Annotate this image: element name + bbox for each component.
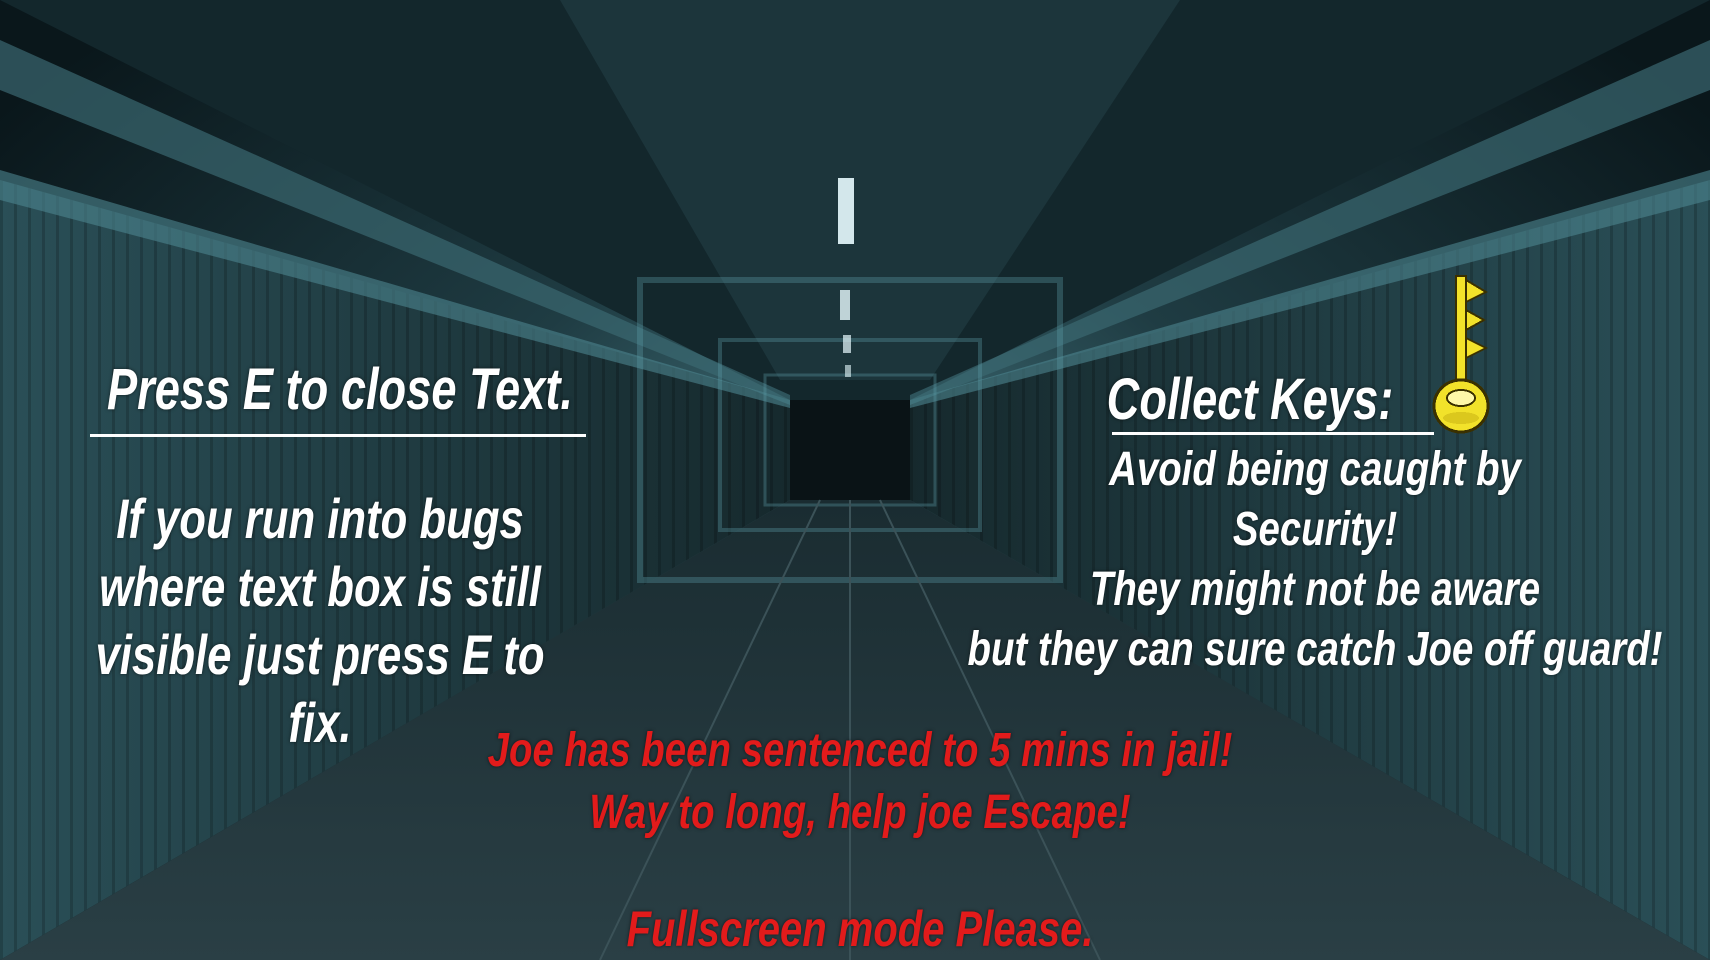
warning-line: Avoid being caught by [1109,443,1521,496]
bug-help-text: If you run into bugs where text box is s… [86,485,554,757]
fullscreen-notice: Fullscreen mode Please. [626,901,1094,957]
warning-line: Security! [1232,503,1398,556]
warning-line: They might not be aware [1089,563,1541,616]
bug-help-line: visible just press E to [95,623,545,686]
title-underline [90,434,586,437]
key-icon [1432,275,1490,434]
bug-help-line: where text box is still [99,555,541,618]
story-line: Joe has been sentenced to 5 mins in jail… [487,724,1233,777]
title-underline [1112,432,1434,435]
bug-help-line: If you run into bugs [116,487,524,550]
story-line: Way to long, help joe Escape! [589,786,1131,839]
game-scene: Press E to close Text. If you run into b… [0,0,1710,960]
story-text: Joe has been sentenced to 5 mins in jail… [460,720,1260,844]
collect-keys-title: Collect Keys: [1106,367,1394,432]
press-e-instruction: Press E to close Text. [106,357,574,422]
warning-line: but they can sure catch Joe off guard! [967,623,1663,676]
security-warning-text: Avoid being caught by Security! They mig… [967,440,1663,680]
